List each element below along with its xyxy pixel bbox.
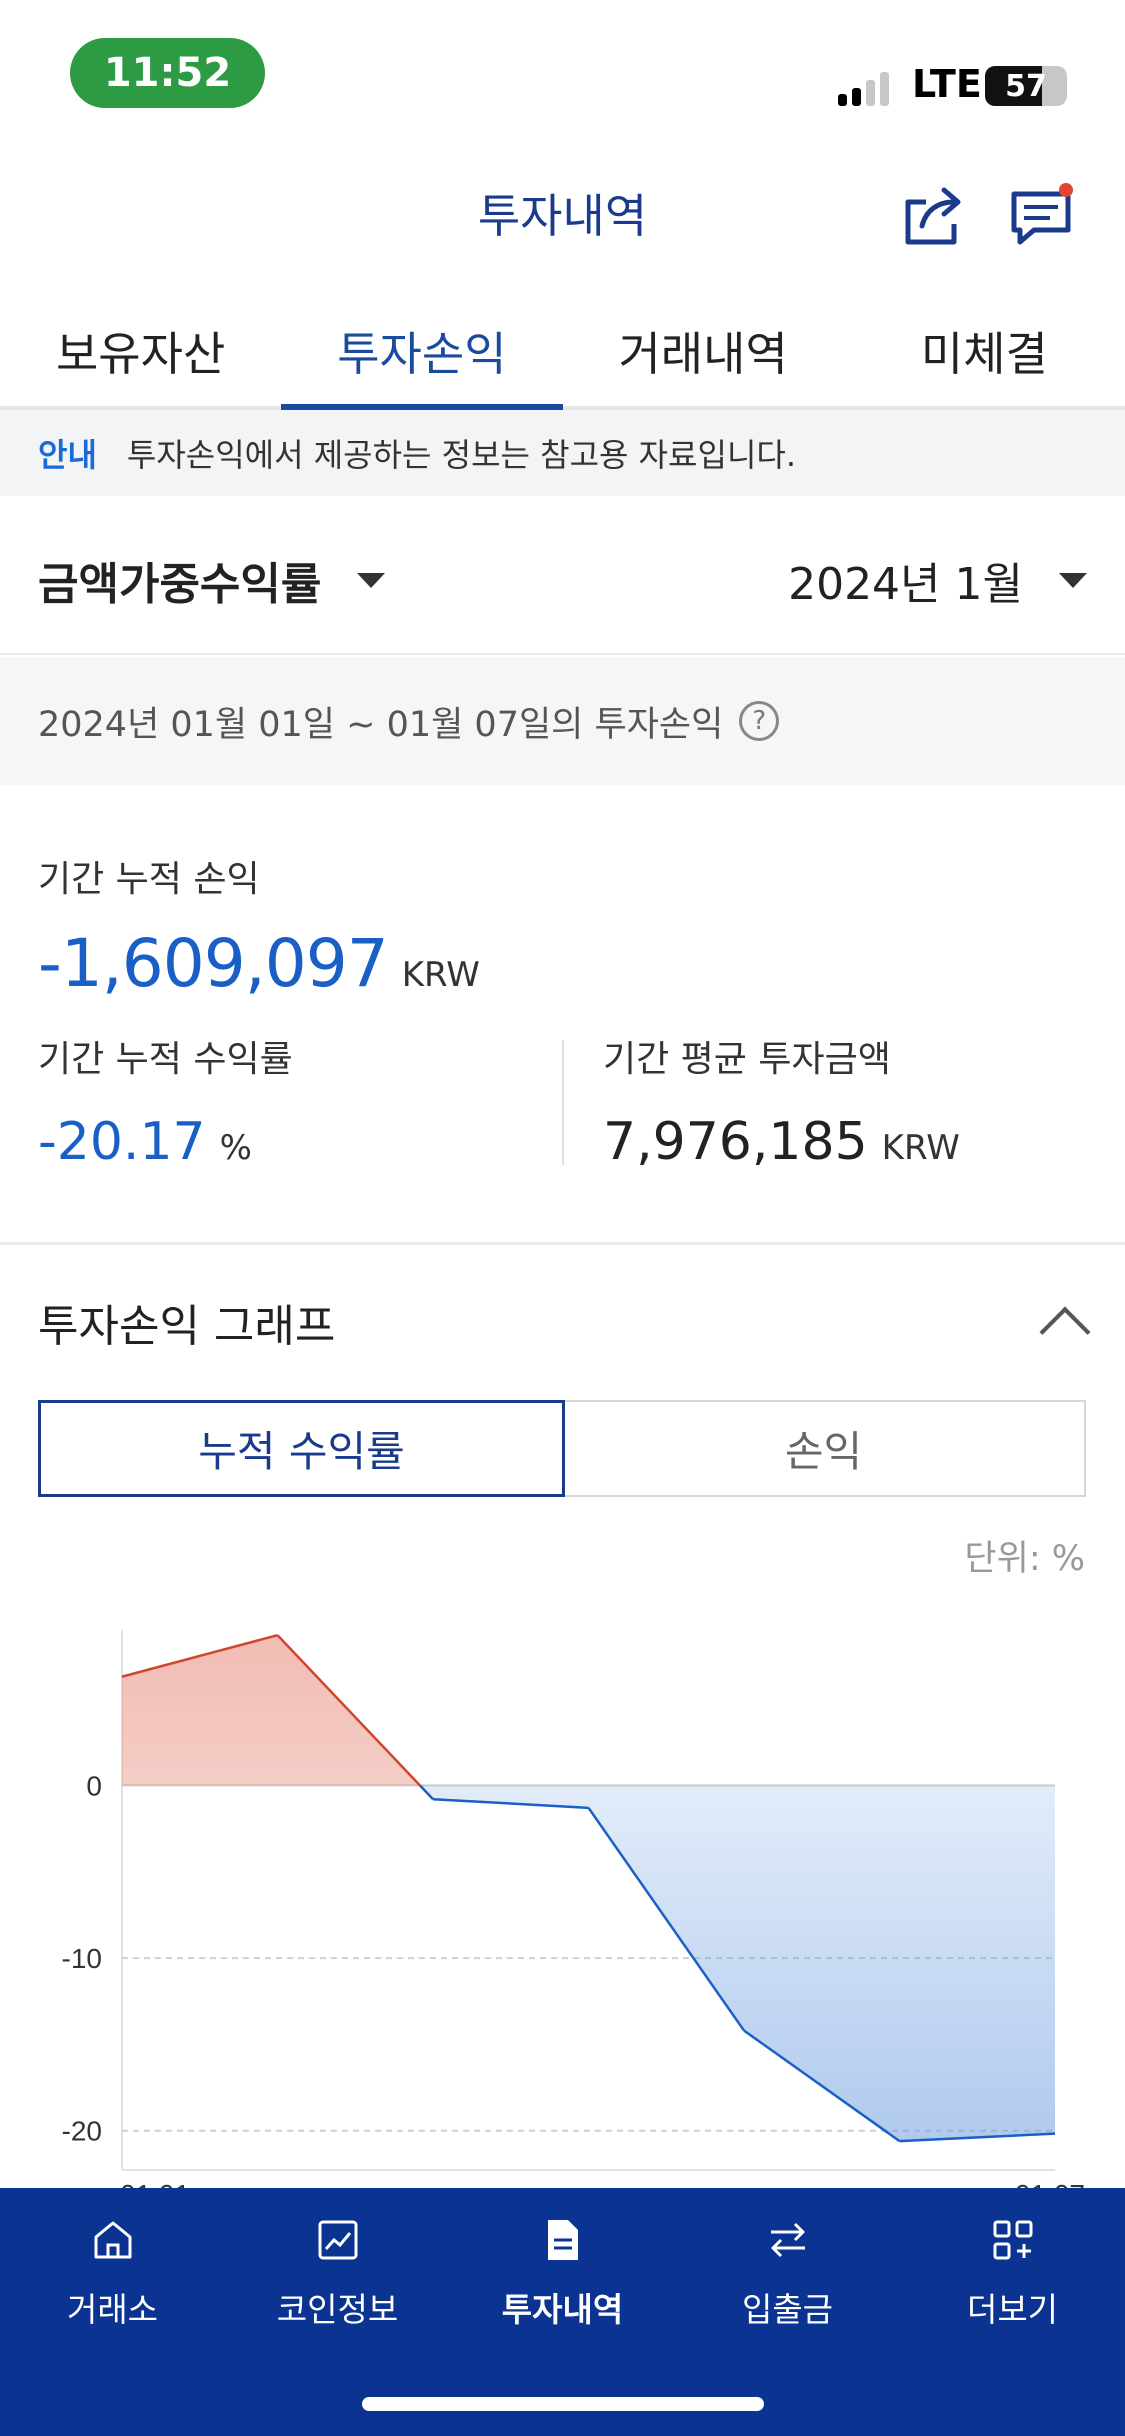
summary-section: 기간 누적 손익 -1,609,097 KRW 기간 누적 수익률 -20.17…: [0, 785, 1125, 1245]
period-row: 2024년 01월 01일 ~ 01월 07일의 투자손익 ?: [0, 657, 1125, 785]
avg-invest-label: 기간 평균 투자금액: [603, 1039, 891, 1080]
caret-down-icon: [1059, 572, 1087, 588]
notification-dot: [1059, 183, 1073, 197]
graph-toggle: 누적 수익률 손익: [38, 1400, 1086, 1497]
month-label: 2024년 1월: [788, 559, 1023, 610]
period-text: 2024년 01월 01일 ~ 01월 07일의 투자손익: [38, 704, 724, 745]
cum-loss-label: 기간 누적 손익: [38, 859, 260, 900]
nav-deposit-withdraw-label: 입출금: [741, 2290, 834, 2329]
share-icon[interactable]: [898, 180, 968, 250]
cum-loss-unit: KRW: [401, 955, 480, 995]
nav-investment-history-label: 투자내역: [501, 2290, 624, 2329]
filter-row: 금액가중수익률 2024년 1월: [0, 500, 1125, 655]
tab-holdings[interactable]: 보유자산: [0, 300, 281, 406]
tab-profit-loss[interactable]: 투자손익: [281, 300, 563, 410]
nav-exchange[interactable]: 거래소: [0, 2188, 225, 2348]
tab-bar: 보유자산 투자손익 거래내역 미체결: [0, 300, 1125, 410]
status-bar: 11:52 LTE 57: [0, 0, 1125, 140]
battery-level: 57: [1005, 68, 1047, 104]
profit-chart: 0-10-2001.0101.07: [62, 1630, 1085, 2190]
nav-coin-info-label: 코인정보: [276, 2290, 399, 2329]
help-icon[interactable]: ?: [739, 701, 780, 741]
cum-rate-block: 기간 누적 수익률 -20.17 %: [38, 1030, 293, 1172]
toggle-profit-loss[interactable]: 손익: [563, 1402, 1084, 1495]
document-icon: [547, 2220, 578, 2260]
nav-more-label: 더보기: [966, 2290, 1059, 2329]
notice-banner: 안내 투자손익에서 제공하는 정보는 참고용 자료입니다.: [0, 410, 1125, 496]
tab-transactions[interactable]: 거래내역: [563, 300, 844, 406]
nav-investment-history[interactable]: 투자내역: [450, 2188, 675, 2348]
avg-invest-value: 7,976,185: [603, 1112, 868, 1172]
notice-message: 투자손익에서 제공하는 정보는 참고용 자료입니다.: [126, 436, 796, 474]
cum-rate-unit: %: [219, 1128, 252, 1168]
month-dropdown[interactable]: 2024년 1월: [788, 548, 1087, 612]
avg-invest-block: 기간 평균 투자금액 7,976,185 KRW: [603, 1030, 960, 1172]
nav-deposit-withdraw[interactable]: 입출금: [675, 2188, 900, 2348]
divider: [562, 1040, 564, 1165]
notice-tag: 안내: [38, 436, 97, 474]
nav-coin-info[interactable]: 코인정보: [225, 2188, 450, 2348]
nav-more[interactable]: 더보기: [900, 2188, 1125, 2348]
graph-title: 투자손익 그래프: [38, 1301, 336, 1352]
chart-icon: [318, 2220, 357, 2260]
cum-rate-label: 기간 누적 수익률: [38, 1039, 293, 1080]
status-time: 11:52: [70, 38, 265, 108]
y-tick-label: 0: [86, 1770, 102, 1801]
network-type: LTE: [912, 62, 982, 106]
metric-label: 금액가중수익률: [38, 559, 322, 610]
more-icon: [993, 2220, 1032, 2260]
chat-icon[interactable]: [1008, 180, 1078, 250]
nav-exchange-label: 거래소: [66, 2290, 159, 2329]
cum-loss: -1,609,097 KRW: [38, 925, 480, 1002]
y-tick-label: -20: [62, 2116, 102, 2147]
home-indicator: [362, 2397, 764, 2411]
cum-rate-value: -20.17: [38, 1112, 206, 1172]
cum-loss-value: -1,609,097: [38, 925, 389, 1002]
header: 투자내역: [0, 150, 1125, 280]
tab-pending[interactable]: 미체결: [844, 300, 1125, 406]
signal-icon: [838, 70, 889, 106]
caret-down-icon: [357, 572, 386, 588]
avg-invest-unit: KRW: [881, 1128, 960, 1168]
transfer-icon: [770, 2222, 805, 2258]
home-icon: [94, 2221, 131, 2259]
unit-label: 단위: %: [964, 1539, 1085, 1579]
battery-icon: 57: [985, 66, 1067, 106]
chevron-up-icon[interactable]: [1039, 1306, 1091, 1358]
toggle-cumulative-rate[interactable]: 누적 수익률: [38, 1400, 565, 1497]
y-tick-label: -10: [62, 1943, 102, 1974]
metric-dropdown[interactable]: 금액가중수익률: [38, 548, 386, 612]
